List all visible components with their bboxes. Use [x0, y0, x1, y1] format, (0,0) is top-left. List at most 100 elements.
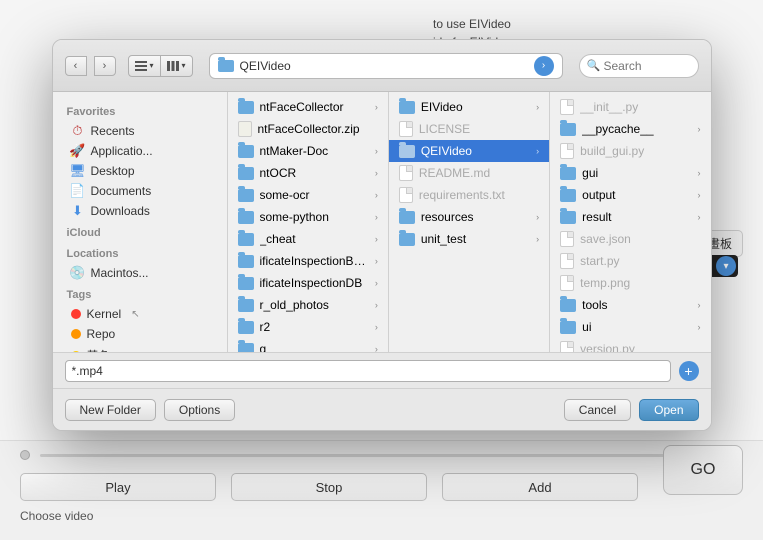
documents-icon: 📄 [71, 184, 85, 198]
file-item-name: result [582, 210, 691, 224]
folder-icon [238, 255, 254, 268]
list-item[interactable]: ificateInspectionDB › [228, 272, 388, 294]
sidebar-item-applications[interactable]: 🚀 Applicatio... [57, 141, 223, 161]
list-item[interactable]: some-ocr › [228, 184, 388, 206]
chevron-right-icon: › [697, 212, 700, 222]
list-item[interactable]: gui › [550, 162, 710, 184]
list-item[interactable]: version.py [550, 338, 710, 352]
yellow-tag-dot [71, 351, 81, 353]
list-item[interactable]: EIVideo › [389, 96, 549, 118]
list-item[interactable]: LICENSE [389, 118, 549, 140]
folder-icon [238, 101, 254, 114]
file-icon [560, 341, 574, 352]
chevron-right-icon: › [375, 102, 378, 112]
list-item[interactable]: save.json [550, 228, 710, 250]
column-view-button[interactable]: ▾ [160, 55, 193, 77]
file-item-name: ntMaker-Doc [260, 144, 369, 158]
list-item[interactable]: ui › [550, 316, 710, 338]
back-button[interactable]: ‹ [65, 56, 87, 76]
location-chevron[interactable]: › [534, 56, 554, 76]
file-panes: ntFaceCollector › ntFaceCollector.zip nt… [228, 92, 711, 352]
list-item[interactable]: ntOCR › [228, 162, 388, 184]
list-item[interactable]: result › [550, 206, 710, 228]
forward-button[interactable]: › [94, 56, 116, 76]
sidebar-item-documents[interactable]: 📄 Documents [57, 181, 223, 201]
tags-label: Tags [53, 283, 227, 304]
sidebar-item-tag-repo[interactable]: Repo [57, 324, 223, 344]
sidebar-item-tag-kernel[interactable]: Kernel ↖ [57, 304, 223, 324]
file-item-name: start.py [580, 254, 700, 268]
go-button[interactable]: GO [663, 445, 743, 495]
file-icon [399, 121, 413, 137]
open-button[interactable]: Open [639, 399, 698, 421]
sidebar-item-recents[interactable]: ⏱ Recents [57, 121, 223, 141]
dialog-toolbar: ‹ › ▾ ▾ QEIVideo › [53, 40, 711, 92]
list-item[interactable]: resources › [389, 206, 549, 228]
list-item[interactable]: tools › [550, 294, 710, 316]
hd-icon: 💿 [71, 266, 85, 280]
folder-icon [399, 233, 415, 246]
folder-icon [238, 233, 254, 246]
list-item[interactable]: r2 › [228, 316, 388, 338]
chevron-right-icon: › [375, 322, 378, 332]
list-item[interactable]: ntFaceCollector › [228, 96, 388, 118]
list-item[interactable]: _cheat › [228, 228, 388, 250]
file-item-name: save.json [580, 232, 700, 246]
list-item[interactable]: temp.png [550, 272, 710, 294]
sidebar-item-documents-label: Documents [91, 184, 152, 198]
list-item[interactable]: some-python › [228, 206, 388, 228]
stop-button[interactable]: Stop [231, 473, 427, 501]
file-icon [399, 187, 413, 203]
progress-track[interactable] [40, 454, 715, 457]
list-item[interactable]: ntMaker-Doc › [228, 140, 388, 162]
progress-dot[interactable] [20, 450, 30, 460]
file-item-name: unit_test [421, 232, 530, 246]
add-button[interactable]: Add [442, 473, 638, 501]
play-button[interactable]: Play [20, 473, 216, 501]
file-item-name: QEIVideo [421, 144, 530, 158]
options-button[interactable]: Options [164, 399, 235, 421]
list-item[interactable]: __init__.py [550, 96, 710, 118]
list-item[interactable]: README.md [389, 162, 549, 184]
list-item-selected[interactable]: QEIVideo › [389, 140, 549, 162]
file-item-name: LICENSE [419, 122, 539, 136]
file-icon [560, 253, 574, 269]
list-item[interactable]: ntFaceCollector.zip [228, 118, 388, 140]
filename-input[interactable] [65, 360, 671, 382]
new-folder-button[interactable]: New Folder [65, 399, 156, 421]
folder-icon [560, 189, 576, 202]
sidebar-item-tag-yellow[interactable]: 黃色 [57, 344, 223, 352]
filename-plus-button[interactable]: + [679, 361, 699, 381]
list-view-chevron: ▾ [150, 61, 154, 70]
list-item[interactable]: output › [550, 184, 710, 206]
file-pane-1: ntFaceCollector › ntFaceCollector.zip nt… [228, 92, 389, 352]
list-item[interactable]: __pycache__ › [550, 118, 710, 140]
sidebar-item-macintosh[interactable]: 💿 Macintos... [57, 263, 223, 283]
file-item-name: r_old_photos [260, 298, 369, 312]
file-item-name: version.py [580, 342, 700, 352]
sidebar-item-downloads[interactable]: ⬇ Downloads [57, 201, 223, 221]
list-item[interactable]: unit_test › [389, 228, 549, 250]
player-buttons-row: Play Stop Add [20, 473, 743, 501]
cancel-button[interactable]: Cancel [564, 399, 631, 421]
sidebar-item-desktop[interactable]: 🖥 Desktop [57, 161, 223, 181]
list-item[interactable]: r_old_photos › [228, 294, 388, 316]
chevron-right-icon: › [536, 146, 539, 156]
bottom-controls-area: --/-- Play Stop Add Choose video GO [0, 440, 763, 540]
view-toggle: ▾ ▾ [128, 55, 193, 77]
list-item[interactable]: g › [228, 338, 388, 352]
list-item[interactable]: requirements.txt [389, 184, 549, 206]
list-item[interactable]: start.py [550, 250, 710, 272]
zip-icon [238, 121, 252, 137]
list-view-button[interactable]: ▾ [128, 55, 161, 77]
file-item-name: requirements.txt [419, 188, 539, 202]
folder-icon [560, 123, 576, 136]
list-item[interactable]: ificateInspectionBackend... › [228, 250, 388, 272]
list-item[interactable]: build_gui.py [550, 140, 710, 162]
icloud-label: iCloud [53, 221, 227, 242]
file-icon [560, 99, 574, 115]
chevron-right-icon: › [697, 168, 700, 178]
folder-icon [238, 343, 254, 353]
chevron-right-icon: › [697, 300, 700, 310]
file-item-name: resources [421, 210, 530, 224]
